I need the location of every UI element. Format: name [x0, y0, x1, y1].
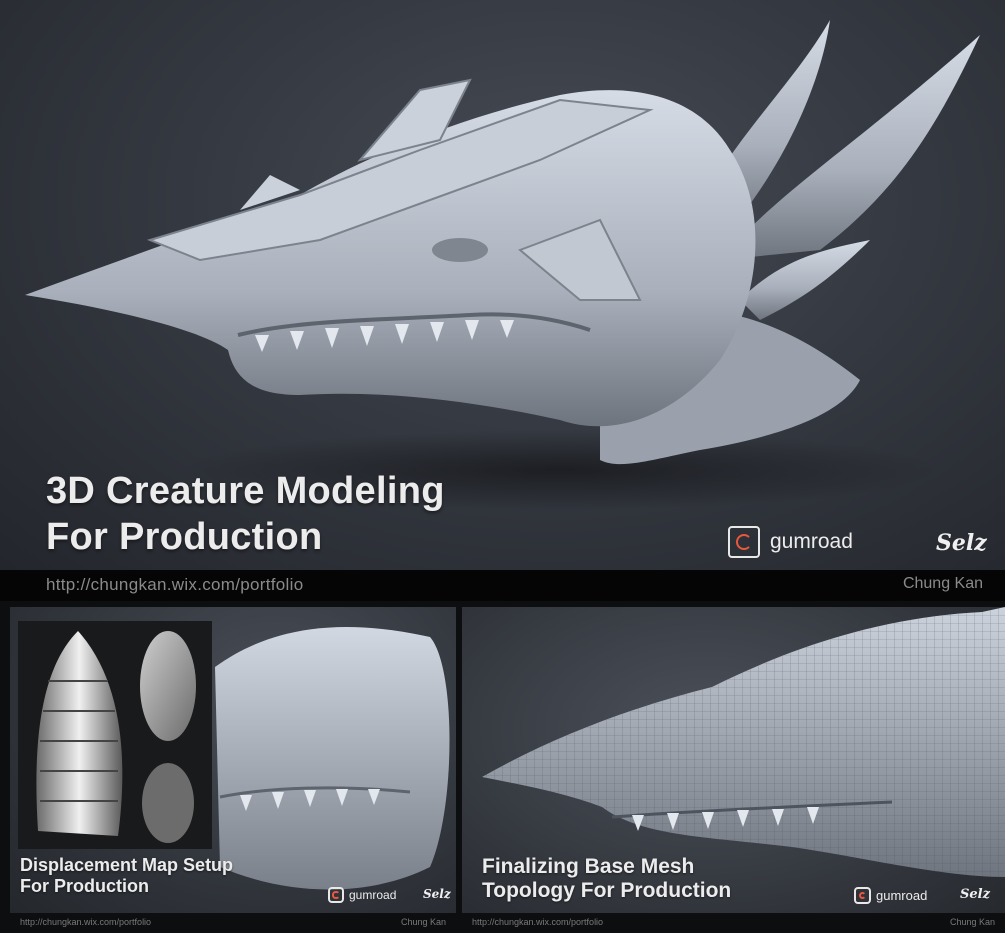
- topology-title-line1: Finalizing Base Mesh: [482, 855, 695, 878]
- portfolio-url[interactable]: http://chungkan.wix.com/portfolio: [46, 575, 303, 595]
- portfolio-url-left[interactable]: http://chungkan.wix.com/portfolio: [20, 917, 151, 927]
- gumroad-label: gumroad: [770, 530, 853, 553]
- topology-panel: Finalizing Base Mesh Topology For Produc…: [462, 607, 1005, 913]
- gumroad-icon: [328, 887, 344, 903]
- gumroad-link-left[interactable]: gumroad: [328, 887, 396, 903]
- footer-strip: http://chungkan.wix.com/portfolio Chung …: [0, 570, 1005, 601]
- gumroad-label: gumroad: [876, 888, 928, 903]
- selz-link[interactable]: Selz: [936, 530, 987, 556]
- displacement-map-illustration: [36, 631, 196, 843]
- displacement-title-line1: Displacement Map Setup: [20, 855, 234, 875]
- topology-title-line2: Topology For Production: [482, 879, 732, 903]
- topology-title: Finalizing Base Mesh Topology For Produc…: [482, 855, 731, 903]
- hero-title-line1: 3D Creature Modeling: [46, 470, 445, 512]
- author-name: Chung Kan: [902, 575, 983, 592]
- gumroad-icon: [728, 526, 760, 558]
- gumroad-label: gumroad: [349, 888, 397, 902]
- gumroad-icon: [854, 887, 871, 904]
- footer-strip-right: http://chungkan.wix.com/portfolio Chung …: [462, 913, 1005, 933]
- displacement-title: Displacement Map Setup For Production: [20, 855, 233, 896]
- selz-link-left[interactable]: Selz: [423, 887, 451, 901]
- gumroad-link-right[interactable]: gumroad: [854, 887, 927, 904]
- displacement-panel: Displacement Map Setup For Production gu…: [10, 607, 456, 913]
- displacement-map-preview: [18, 621, 212, 849]
- author-name-left: Chung Kan: [400, 917, 446, 927]
- displacement-title-line2: For Production: [20, 875, 149, 896]
- gumroad-link[interactable]: gumroad: [728, 526, 853, 558]
- portfolio-url-right[interactable]: http://chungkan.wix.com/portfolio: [472, 917, 603, 927]
- selz-link-right[interactable]: Selz: [960, 887, 990, 902]
- hero-banner: 3D Creature Modeling For Production gumr…: [0, 0, 1005, 570]
- hero-title-line2: For Production: [46, 516, 323, 558]
- footer-strip-left: http://chungkan.wix.com/portfolio Chung …: [10, 913, 456, 933]
- author-name-right: Chung Kan: [949, 917, 995, 927]
